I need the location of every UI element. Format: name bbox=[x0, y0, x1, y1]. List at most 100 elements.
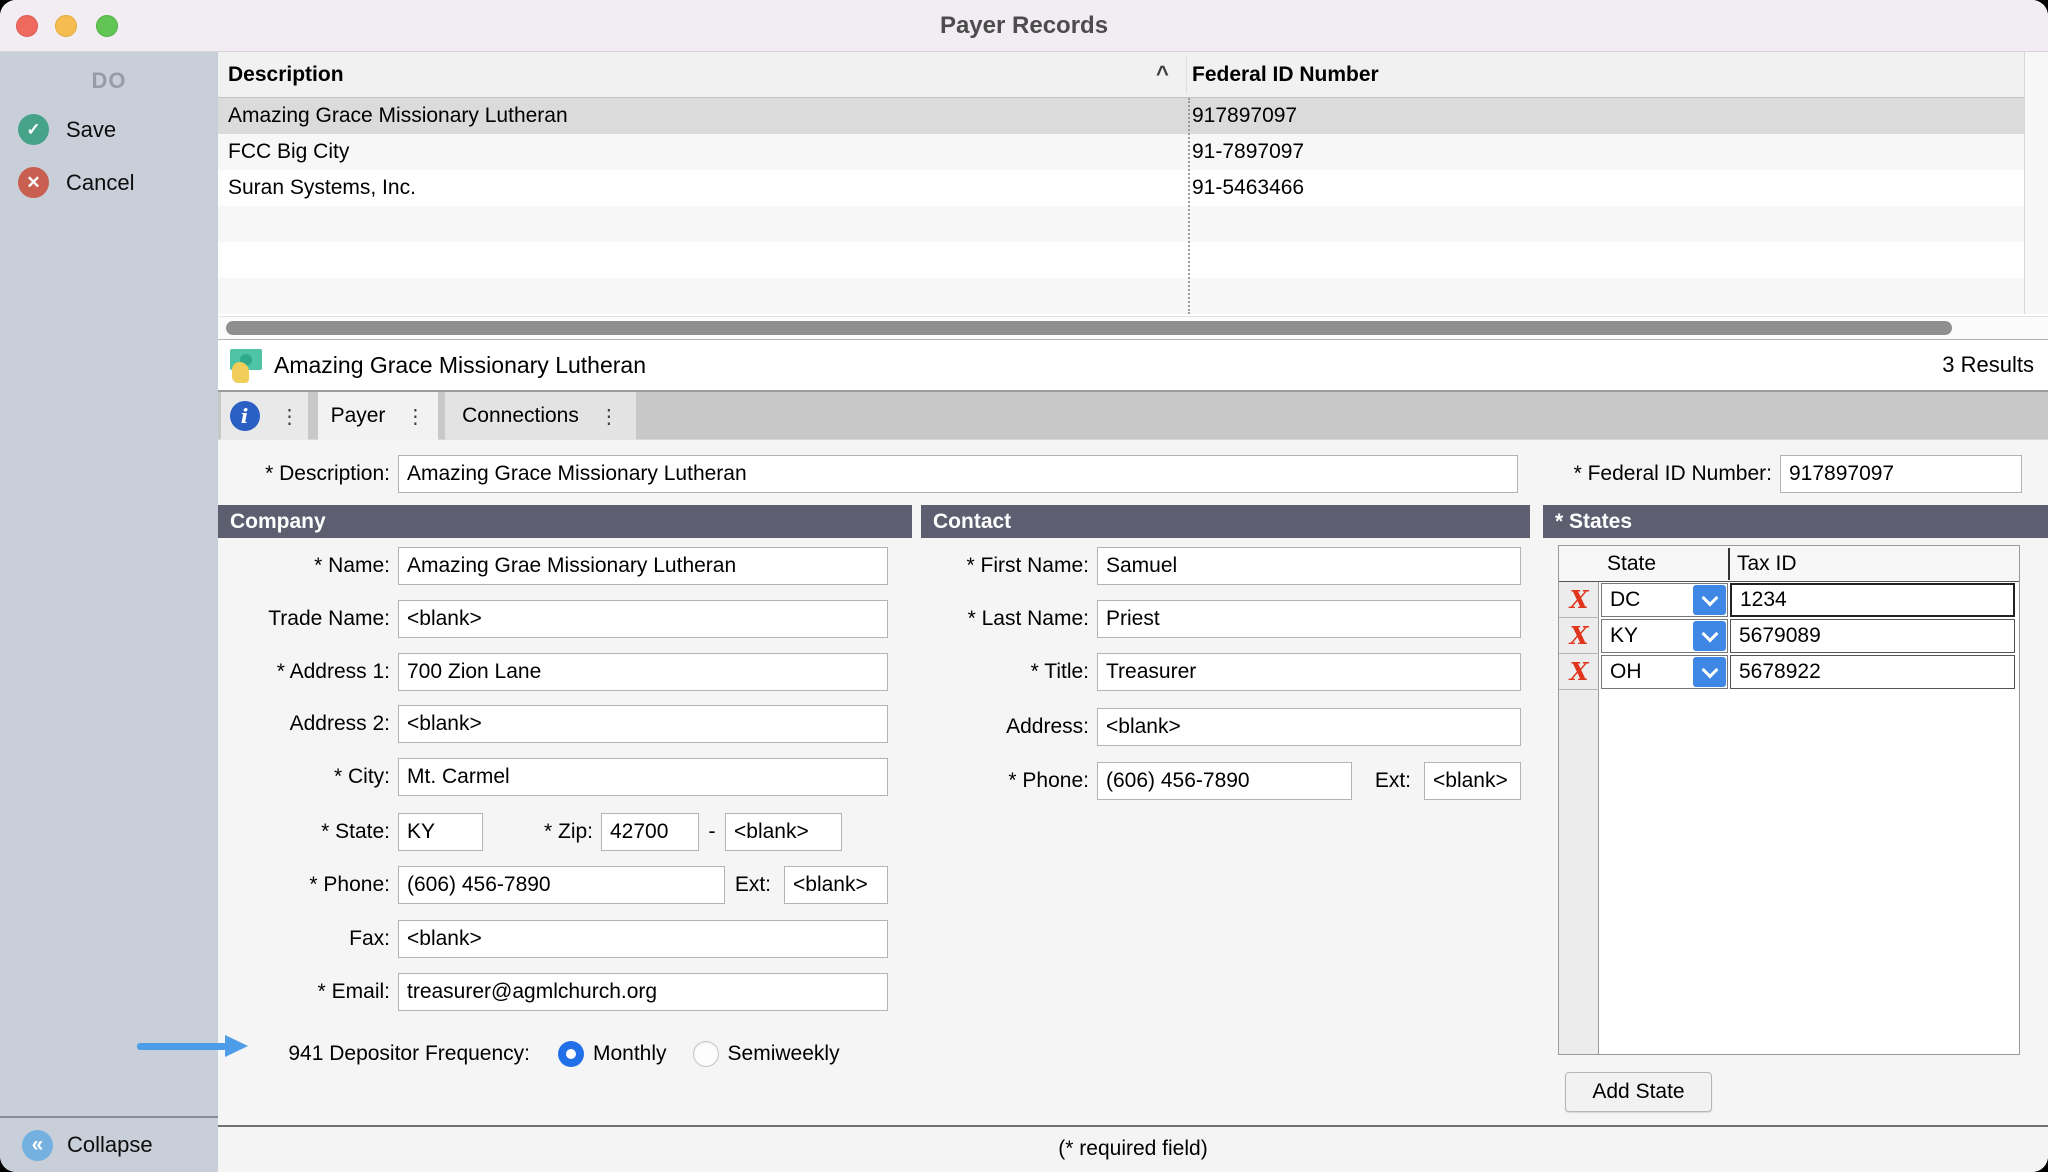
first-name-row: * First Name: bbox=[921, 547, 1521, 585]
federal-id-label: * Federal ID Number: bbox=[1549, 462, 1780, 486]
state-zip-row: * State: * Zip: - bbox=[218, 813, 842, 851]
column-divider bbox=[1186, 56, 1187, 94]
add-state-button[interactable]: Add State bbox=[1565, 1072, 1712, 1112]
zip-input[interactable] bbox=[601, 813, 699, 851]
fax-label: Fax: bbox=[218, 927, 398, 951]
state-input[interactable] bbox=[398, 813, 483, 851]
chevron-down-icon bbox=[1701, 589, 1718, 606]
state-select[interactable]: DC bbox=[1601, 583, 1728, 617]
company-name-label: * Name: bbox=[218, 554, 398, 578]
state-dropdown-button[interactable] bbox=[1693, 585, 1726, 615]
state-dropdown-button[interactable] bbox=[1693, 621, 1726, 651]
company-name-row: * Name: bbox=[218, 547, 888, 585]
column-header-description[interactable]: Description bbox=[228, 52, 344, 98]
federal-id-field-row: * Federal ID Number: bbox=[1549, 455, 2022, 493]
radio-monthly[interactable]: Monthly bbox=[558, 1041, 667, 1067]
table-row[interactable]: FCC Big City 91-7897097 bbox=[218, 134, 2024, 170]
horizontal-scrollbar-thumb[interactable] bbox=[226, 321, 1952, 335]
trade-name-row: Trade Name: bbox=[218, 600, 888, 638]
cancel-button[interactable]: ✕ Cancel bbox=[18, 167, 134, 198]
first-name-input[interactable] bbox=[1097, 547, 1521, 585]
minimize-window-button[interactable] bbox=[55, 15, 77, 37]
column-header-federal-id[interactable]: Federal ID Number bbox=[1192, 52, 1379, 98]
tab-info[interactable]: i ⋮ bbox=[221, 392, 308, 440]
required-field-note: (* required field) bbox=[1058, 1137, 1207, 1160]
company-phone-row: * Phone: Ext: bbox=[218, 866, 888, 904]
collapse-button[interactable]: « Collapse bbox=[0, 1116, 218, 1172]
state-dropdown-button[interactable] bbox=[1693, 657, 1726, 687]
last-name-row: * Last Name: bbox=[921, 600, 1521, 638]
company-ext-input[interactable] bbox=[784, 866, 888, 904]
cell-federal-id: 91-7897097 bbox=[1192, 134, 1304, 170]
states-table: State Tax ID X DC X bbox=[1558, 545, 2020, 1055]
title-input[interactable] bbox=[1097, 653, 1521, 691]
fax-input[interactable] bbox=[398, 920, 888, 958]
company-section-header: Company bbox=[218, 505, 912, 538]
tax-id-input[interactable] bbox=[1730, 655, 2015, 689]
contact-phone-input[interactable] bbox=[1097, 762, 1352, 800]
contact-address-row: Address: bbox=[921, 708, 1521, 746]
collapse-chevrons-icon: « bbox=[22, 1130, 53, 1161]
radio-semiweekly-label: Semiweekly bbox=[728, 1042, 840, 1066]
tab-payer[interactable]: Payer ⋮ bbox=[318, 392, 438, 440]
tax-id-input[interactable] bbox=[1730, 583, 2015, 617]
kebab-menu-icon[interactable]: ⋮ bbox=[599, 404, 619, 429]
tab-connections[interactable]: Connections ⋮ bbox=[445, 392, 636, 440]
last-name-input[interactable] bbox=[1097, 600, 1521, 638]
table-row[interactable]: Amazing Grace Missionary Lutheran 917897… bbox=[218, 98, 2024, 134]
horizontal-scrollbar[interactable] bbox=[218, 316, 2048, 339]
zip-plus4-input[interactable] bbox=[725, 813, 842, 851]
state-select[interactable]: OH bbox=[1601, 655, 1728, 689]
vertical-scrollbar[interactable] bbox=[2024, 52, 2048, 314]
close-window-button[interactable] bbox=[16, 15, 38, 37]
radio-semiweekly[interactable]: Semiweekly bbox=[693, 1041, 840, 1067]
tax-id-input[interactable] bbox=[1730, 619, 2015, 653]
delete-state-button[interactable]: X bbox=[1559, 618, 1599, 654]
company-phone-input[interactable] bbox=[398, 866, 725, 904]
description-input[interactable] bbox=[398, 455, 1518, 493]
company-name-input[interactable] bbox=[398, 547, 888, 585]
state-row: X DC bbox=[1559, 582, 2019, 618]
results-count: 3 Results bbox=[1942, 340, 2034, 390]
sort-ascending-icon[interactable]: ^ bbox=[1156, 52, 1169, 96]
email-label: * Email: bbox=[218, 980, 398, 1004]
zip-separator: - bbox=[699, 820, 725, 844]
column-divider-dotted bbox=[1188, 98, 1190, 314]
delete-state-button[interactable]: X bbox=[1559, 654, 1599, 690]
address2-input[interactable] bbox=[398, 705, 888, 743]
results-table-header: Description ^ Federal ID Number bbox=[218, 52, 2048, 98]
depositor-frequency-row: 941 Depositor Frequency: Monthly Semiwee… bbox=[218, 1032, 840, 1076]
kebab-menu-icon[interactable]: ⋮ bbox=[280, 404, 300, 429]
email-input[interactable] bbox=[398, 973, 888, 1011]
states-column-state: State bbox=[1607, 546, 1656, 581]
federal-id-input[interactable] bbox=[1780, 455, 2022, 493]
cell-federal-id: 91-5463466 bbox=[1192, 170, 1304, 206]
contact-phone-row: * Phone: Ext: bbox=[921, 762, 1521, 800]
kebab-menu-icon[interactable]: ⋮ bbox=[405, 404, 425, 429]
address1-input[interactable] bbox=[398, 653, 888, 691]
annotation-arrow-icon bbox=[137, 1035, 248, 1057]
trade-name-input[interactable] bbox=[398, 600, 888, 638]
delete-state-button[interactable]: X bbox=[1559, 582, 1599, 618]
radio-semiweekly-unselected-icon bbox=[693, 1041, 719, 1067]
state-value: KY bbox=[1610, 620, 1638, 652]
first-name-label: * First Name: bbox=[921, 554, 1097, 578]
payer-form: * Description: * Federal ID Number: Comp… bbox=[218, 440, 2048, 1125]
tab-bar: i ⋮ Payer ⋮ Connections ⋮ bbox=[218, 392, 2048, 440]
save-check-icon: ✓ bbox=[18, 114, 49, 145]
states-column-divider bbox=[1728, 548, 1730, 580]
zoom-window-button[interactable] bbox=[96, 15, 118, 37]
payer-records-window: Payer Records DO ✓ Save ✕ Cancel « Colla… bbox=[0, 0, 2048, 1172]
email-row: * Email: bbox=[218, 973, 888, 1011]
save-button-label: Save bbox=[66, 117, 116, 143]
states-table-header: State Tax ID bbox=[1559, 546, 2019, 582]
state-select[interactable]: KY bbox=[1601, 619, 1728, 653]
last-name-label: * Last Name: bbox=[921, 607, 1097, 631]
contact-address-input[interactable] bbox=[1097, 708, 1521, 746]
city-row: * City: bbox=[218, 758, 888, 796]
contact-ext-input[interactable] bbox=[1424, 762, 1521, 800]
save-button[interactable]: ✓ Save bbox=[18, 114, 116, 145]
states-column-taxid: Tax ID bbox=[1737, 546, 1797, 581]
city-input[interactable] bbox=[398, 758, 888, 796]
table-row[interactable]: Suran Systems, Inc. 91-5463466 bbox=[218, 170, 2024, 206]
